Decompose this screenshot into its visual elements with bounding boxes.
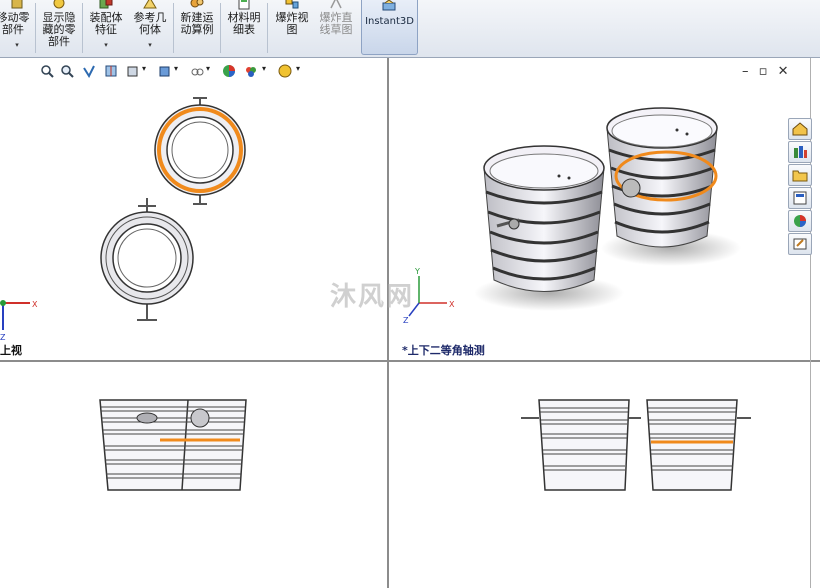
svg-text:X: X <box>449 300 455 309</box>
assembly-feature-icon <box>99 0 113 9</box>
apply-scene-icon[interactable] <box>244 64 258 78</box>
instant3d-button[interactable]: Instant3D <box>361 0 418 55</box>
show-hidden-components-button[interactable]: 显示隐 藏的零 部件 <box>38 0 80 57</box>
right-view-viewport[interactable] <box>389 362 810 588</box>
section-view-icon[interactable] <box>104 64 118 78</box>
chevron-down-icon[interactable]: ▾ <box>129 41 171 49</box>
chevron-down-icon[interactable]: ▾ <box>142 64 146 73</box>
isometric-view-label: *上下二等角轴测 <box>402 344 485 357</box>
chevron-down-icon[interactable]: ▾ <box>296 64 300 73</box>
view-palette-tab[interactable] <box>788 187 812 209</box>
coordinate-triad-icon: X Z <box>0 300 38 342</box>
chevron-down-icon[interactable]: ▾ <box>206 64 210 73</box>
design-library-tab[interactable] <box>788 141 812 163</box>
reference-geometry-icon <box>143 0 157 9</box>
svg-text:Z: Z <box>403 316 409 325</box>
command-manager-toolbar: 移动零 部件 ▾ 显示隐 藏的零 部件 装配体 特征 ▾ 参考几 何体 ▾ 新建… <box>0 0 820 58</box>
toolbar-button-label: 新建运 动算例 <box>180 11 214 36</box>
design-library-icon <box>794 146 807 158</box>
view-settings-icon[interactable] <box>278 64 292 78</box>
custom-properties-tab[interactable] <box>788 233 812 255</box>
previous-view-icon[interactable] <box>82 64 96 78</box>
chevron-down-icon[interactable]: ▾ <box>174 64 178 73</box>
move-component-button[interactable]: 移动零 部件 ▾ <box>0 0 34 57</box>
motion-study-icon <box>190 0 204 8</box>
new-motion-study-button[interactable]: 新建运 动算例 <box>176 0 218 57</box>
toolbar-button-label: 爆炸视 图 <box>275 11 309 36</box>
bucket-front-view-pair[interactable] <box>99 399 247 491</box>
explode-line-sketch-icon <box>330 0 342 9</box>
reference-geometry-button[interactable]: 参考几 何体 ▾ <box>129 0 171 57</box>
toolbar-separator <box>35 3 36 53</box>
view-orientation-icon[interactable] <box>126 64 140 78</box>
heads-up-view-toolbar: ▾ ▾ ▾ ▾ ▾ <box>40 64 305 82</box>
show-hidden-icon <box>53 0 65 9</box>
bill-of-materials-button[interactable]: 材料明 细表 <box>223 0 265 57</box>
top-view-label: 上视 <box>0 344 22 357</box>
bucket-iso-left[interactable] <box>474 145 624 311</box>
move-component-icon <box>11 0 23 9</box>
hide-show-items-icon[interactable] <box>190 64 204 78</box>
graphics-area[interactable]: X Z 上视 X Y Z *上下二等角轴测 <box>0 58 820 588</box>
restore-icon[interactable]: ▫ <box>759 64 768 79</box>
toolbar-button-label: 材料明 细表 <box>227 11 261 36</box>
explode-line-sketch-button[interactable]: 爆炸直 线草图 <box>314 0 358 57</box>
file-explorer-tab[interactable] <box>788 164 812 186</box>
solidworks-resources-tab[interactable] <box>788 118 812 140</box>
appearances-icon <box>794 215 806 227</box>
toolbar-button-label: 显示隐 藏的零 部件 <box>42 11 76 48</box>
chevron-down-icon[interactable]: ▾ <box>0 41 34 49</box>
watermark-text: 沐风网 <box>330 282 415 312</box>
toolbar-separator <box>267 3 268 53</box>
front-view-viewport[interactable] <box>0 362 387 588</box>
assembly-features-button[interactable]: 装配体 特征 ▾ <box>85 0 127 57</box>
edit-appearance-icon[interactable] <box>222 64 236 78</box>
instant3d-icon <box>382 0 396 11</box>
toolbar-button-label: 爆炸直 线草图 <box>319 11 353 36</box>
bucket-iso-right[interactable] <box>601 107 741 266</box>
display-style-icon[interactable] <box>158 64 172 78</box>
toolbar-button-label: 参考几 何体 <box>133 11 167 36</box>
toolbar-separator <box>82 3 83 53</box>
zoom-to-area-icon[interactable] <box>60 64 74 78</box>
toolbar-separator <box>173 3 174 53</box>
exploded-view-icon <box>285 0 299 9</box>
isometric-viewport[interactable]: X Y Z <box>389 58 810 360</box>
bucket-top-view-left[interactable] <box>100 198 194 321</box>
folder-icon <box>792 170 808 182</box>
task-pane-tabs <box>788 118 812 258</box>
bucket-top-view-right[interactable] <box>154 97 246 205</box>
custom-properties-icon <box>793 238 807 250</box>
exploded-view-button[interactable]: 爆炸视 图 <box>270 0 314 57</box>
svg-text:Z: Z <box>0 333 6 342</box>
minimize-icon[interactable]: – <box>742 64 749 79</box>
svg-text:X: X <box>32 300 38 309</box>
bucket-right-view-right[interactable] <box>646 399 751 491</box>
home-icon <box>792 122 808 136</box>
chevron-down-icon[interactable]: ▾ <box>85 41 127 49</box>
bucket-right-view-left[interactable] <box>521 399 641 491</box>
bom-icon <box>238 0 250 10</box>
view-palette-icon <box>793 191 807 205</box>
close-icon[interactable]: ✕ <box>778 64 789 79</box>
viewport-window-controls: – ▫ ✕ <box>742 64 795 79</box>
zoom-to-fit-icon[interactable] <box>40 64 54 78</box>
chevron-down-icon[interactable]: ▾ <box>262 64 266 73</box>
toolbar-separator <box>220 3 221 53</box>
instant3d-label: Instant3D <box>365 16 414 27</box>
toolbar-button-label: 装配体 特征 <box>89 11 123 36</box>
top-view-viewport[interactable]: X Z <box>0 58 387 360</box>
appearances-tab[interactable] <box>788 210 812 232</box>
svg-text:Y: Y <box>414 267 420 276</box>
toolbar-button-label: 移动零 部件 <box>0 11 30 36</box>
